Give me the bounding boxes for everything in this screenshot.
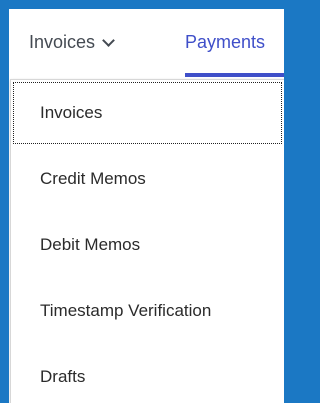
window-frame: Invoices Payments Invoices Credit Memos … bbox=[0, 0, 284, 403]
active-tab-indicator bbox=[185, 73, 284, 77]
tab-payments[interactable]: Payments bbox=[185, 9, 265, 75]
tab-bar: Invoices Payments bbox=[9, 9, 284, 79]
tab-invoices[interactable]: Invoices bbox=[29, 9, 115, 75]
menu-item-drafts[interactable]: Drafts bbox=[11, 344, 284, 403]
menu-item-debit-memos[interactable]: Debit Memos bbox=[11, 212, 284, 278]
menu-item-timestamp-verification[interactable]: Timestamp Verification bbox=[11, 278, 284, 344]
tab-invoices-label: Invoices bbox=[29, 31, 96, 52]
menu-item-label: Drafts bbox=[40, 367, 86, 386]
menu-item-label: Invoices bbox=[40, 103, 103, 122]
chevron-down-icon bbox=[102, 33, 115, 47]
menu-item-label: Timestamp Verification bbox=[40, 301, 212, 320]
menu-item-label: Debit Memos bbox=[40, 235, 141, 254]
menu-item-label: Credit Memos bbox=[40, 169, 146, 188]
tab-payments-label: Payments bbox=[185, 31, 266, 52]
app-panel: Invoices Payments Invoices Credit Memos … bbox=[9, 9, 284, 403]
menu-item-invoices[interactable]: Invoices bbox=[11, 80, 284, 146]
menu-item-credit-memos[interactable]: Credit Memos bbox=[11, 146, 284, 212]
invoices-dropdown-menu: Invoices Credit Memos Debit Memos Timest… bbox=[10, 79, 284, 403]
